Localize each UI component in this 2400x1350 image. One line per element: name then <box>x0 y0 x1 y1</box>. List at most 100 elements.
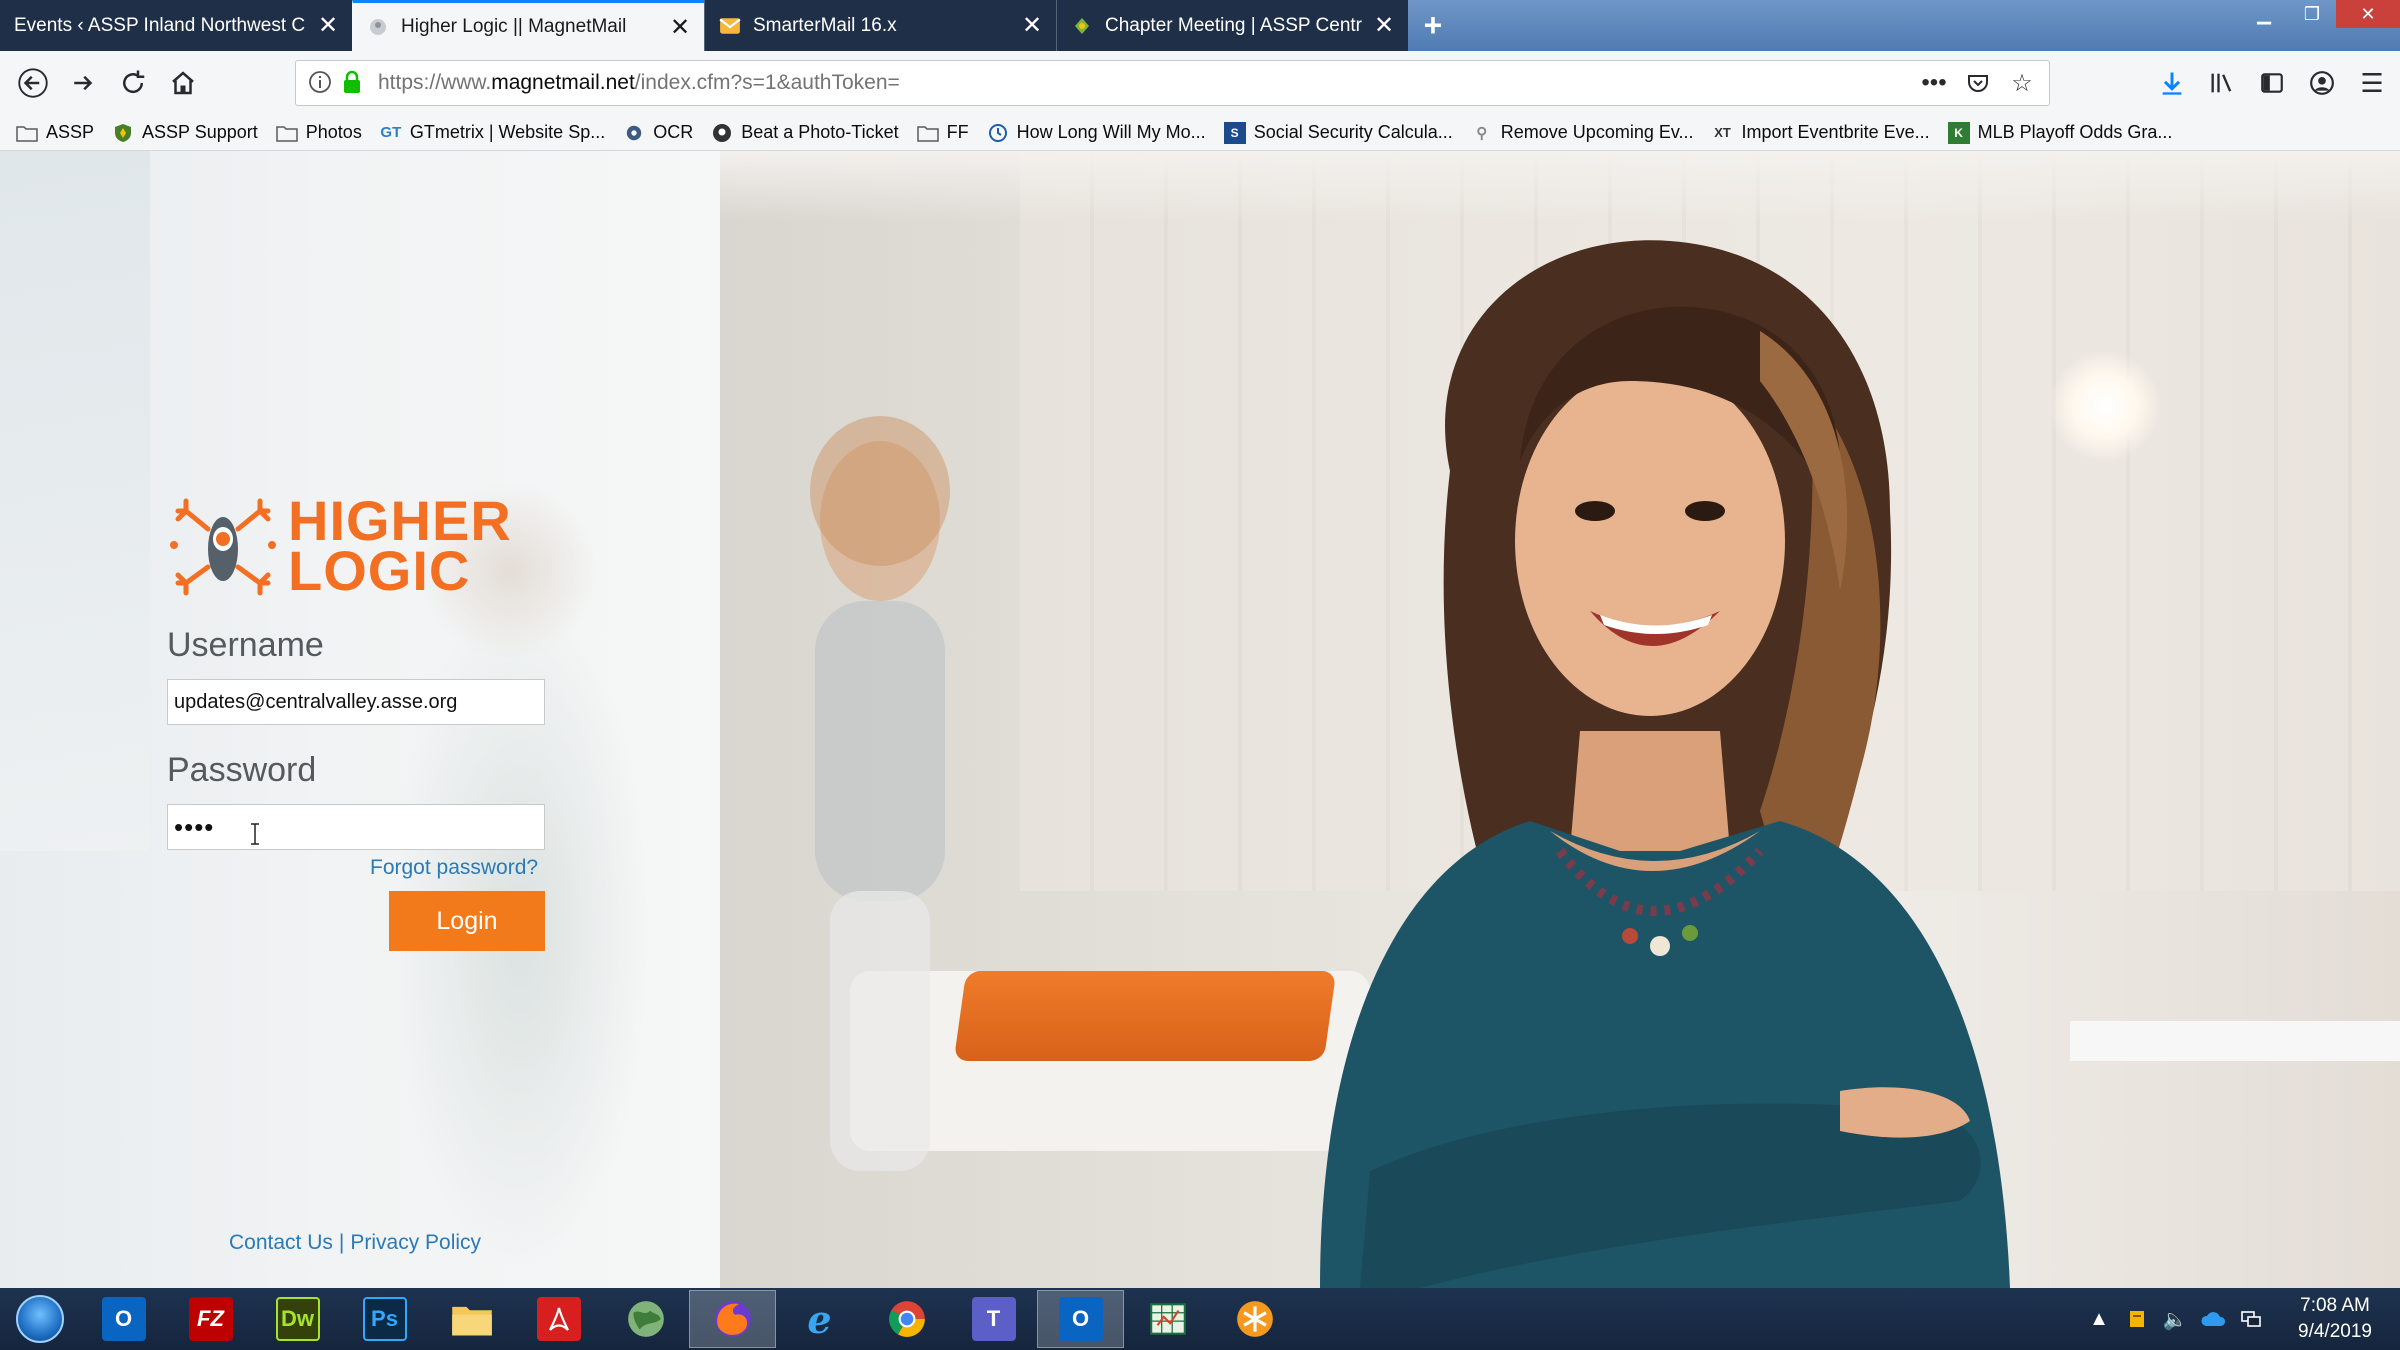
bookmarks-toolbar: ASSP ASSP Support Photos GT GTmetrix | W… <box>0 115 2400 151</box>
outlook-icon: O <box>101 1297 146 1341</box>
privacy-policy-link[interactable]: Privacy Policy <box>350 1231 481 1254</box>
library-icon[interactable] <box>2204 61 2240 105</box>
bookmark-beat-photo-ticket[interactable]: Beat a Photo-Ticket <box>711 122 899 144</box>
close-icon[interactable]: ✕ <box>1018 12 1046 40</box>
system-clock[interactable]: 7:08 AM 9/4/2019 <box>2270 1293 2400 1345</box>
tray-notification-icon[interactable] <box>2118 1300 2156 1338</box>
show-hidden-icons-icon[interactable]: ▲ <box>2080 1300 2118 1338</box>
minimize-icon[interactable]: ▁ <box>2240 0 2288 28</box>
login-button[interactable]: Login <box>389 891 545 951</box>
tab-events-assp[interactable]: Events ‹ ASSP Inland Northwest Cha ✕ <box>0 0 352 51</box>
pocket-icon[interactable] <box>1963 68 1993 98</box>
downloads-icon[interactable] <box>2154 61 2190 105</box>
tab-title: Events ‹ ASSP Inland Northwest Cha <box>14 14 306 36</box>
taskbar-globe-app[interactable] <box>602 1290 689 1348</box>
teams-icon: T <box>971 1297 1016 1341</box>
start-button[interactable] <box>0 1288 80 1350</box>
url-domain: magnetmail.net <box>491 71 635 94</box>
page-actions-icon[interactable]: ••• <box>1919 68 1949 98</box>
taskbar-snowflake-app[interactable] <box>1211 1290 1298 1348</box>
taskbar-firefox[interactable] <box>689 1290 776 1348</box>
internet-explorer-icon: e <box>807 1296 832 1342</box>
tab-title: SmarterMail 16.x <box>753 14 897 36</box>
windows-orb-icon <box>16 1295 64 1343</box>
address-bar[interactable]: https://www.magnetmail.net/index.cfm?s=1… <box>295 60 2050 106</box>
bookmark-label: ASSP <box>46 122 95 142</box>
higher-logic-logo: HIGHER LOGIC <box>166 486 546 606</box>
bookmark-gtmetrix[interactable]: GT GTmetrix | Website Sp... <box>380 122 605 144</box>
higher-logic-favicon <box>367 16 389 38</box>
bookmark-photos[interactable]: Photos <box>276 122 362 144</box>
tab-chapter-meeting[interactable]: Chapter Meeting | ASSP Centra ✕ <box>1056 0 1408 51</box>
hamburger-menu-icon[interactable]: ☰ <box>2354 61 2390 105</box>
snowflake-app-icon <box>1233 1297 1277 1341</box>
login-panel: HIGHER LOGIC Username Password Forgot pa… <box>0 151 720 1288</box>
url-path: /index.cfm?s=1&authToken= <box>634 71 900 94</box>
bookmark-ocr[interactable]: OCR <box>623 122 693 144</box>
bookmark-label: How Long Will My Mo... <box>1016 122 1206 142</box>
account-icon[interactable] <box>2304 61 2340 105</box>
taskbar-internet-explorer[interactable]: e <box>776 1290 863 1348</box>
password-input[interactable] <box>167 804 545 850</box>
sidebar-toggle-icon[interactable] <box>2254 61 2290 105</box>
taskbar-teams[interactable]: T <box>950 1290 1037 1348</box>
bookmark-social-security[interactable]: S Social Security Calcula... <box>1223 121 1453 144</box>
photo-ticket-icon <box>711 122 733 144</box>
bookmark-label: Import Eventbrite Eve... <box>1741 122 1930 142</box>
tab-higher-logic[interactable]: Higher Logic || MagnetMail ✕ <box>352 0 704 51</box>
blurred-window-background <box>0 151 150 851</box>
tab-smartermail[interactable]: SmarterMail 16.x ✕ <box>704 0 1056 51</box>
globe-app-icon <box>624 1297 668 1341</box>
excel-icon <box>1146 1297 1190 1341</box>
taskbar-filezilla[interactable]: FZ <box>167 1290 254 1348</box>
taskbar-chrome[interactable] <box>863 1290 950 1348</box>
close-icon[interactable]: ✕ <box>314 12 342 40</box>
forward-arrow-icon[interactable] <box>58 58 108 108</box>
clock-time: 7:08 AM <box>2300 1295 2370 1316</box>
volume-icon[interactable]: 🔈 <box>2156 1300 2194 1338</box>
bookmark-ff[interactable]: FF <box>916 122 969 144</box>
bookmark-assp[interactable]: ASSP <box>16 122 94 144</box>
close-icon[interactable]: ✕ <box>666 13 694 41</box>
taskbar-dreamweaver[interactable]: Dw <box>254 1290 341 1348</box>
bookmark-label: ASSP Support <box>142 122 258 142</box>
folder-icon <box>276 122 298 144</box>
taskbar-file-explorer[interactable] <box>428 1290 515 1348</box>
bookmark-remove-upcoming[interactable]: ⚲ Remove Upcoming Ev... <box>1471 122 1693 144</box>
windows-taskbar: O FZ Dw Ps e T O ▲ 🔈 7:08 AM 9/4/2019 <box>0 1288 2400 1350</box>
reload-icon[interactable] <box>108 58 158 108</box>
contact-us-link[interactable]: Contact Us <box>229 1231 333 1254</box>
photo-table <box>2070 1021 2400 1061</box>
site-info-icon[interactable] <box>308 70 334 96</box>
bookmark-import-eventbrite[interactable]: XT Import Eventbrite Eve... <box>1712 122 1930 144</box>
bookmark-star-icon[interactable]: ☆ <box>2007 68 2037 98</box>
onedrive-icon[interactable] <box>2194 1300 2232 1338</box>
back-arrow-icon[interactable] <box>8 58 58 108</box>
forgot-password-link[interactable]: Forgot password? <box>370 856 538 880</box>
new-tab-plus-icon[interactable]: + <box>1408 0 1458 51</box>
username-input[interactable] <box>167 679 545 725</box>
bookmark-assp-support[interactable]: ASSP Support <box>112 122 258 144</box>
maximize-icon[interactable]: ❐ <box>2288 0 2336 28</box>
acrobat-icon <box>536 1297 581 1341</box>
logo-line2: LOGIC <box>288 539 471 602</box>
taskbar-photoshop[interactable]: Ps <box>341 1290 428 1348</box>
close-icon[interactable]: ✕ <box>1370 12 1398 40</box>
bookmark-how-long[interactable]: How Long Will My Mo... <box>987 122 1206 144</box>
home-icon[interactable] <box>158 58 208 108</box>
window-close-icon[interactable]: ✕ <box>2336 0 2400 28</box>
footer-separator: | <box>338 1231 345 1254</box>
tab-title: Chapter Meeting | ASSP Centra <box>1105 14 1362 36</box>
chrome-icon <box>885 1297 929 1341</box>
network-icon[interactable] <box>2232 1300 2270 1338</box>
firefox-icon <box>711 1297 755 1341</box>
taskbar-outlook[interactable]: O <box>80 1290 167 1348</box>
taskbar-excel[interactable] <box>1124 1290 1211 1348</box>
gtmetrix-icon: GT <box>380 124 402 141</box>
taskbar-outlook-2[interactable]: O <box>1037 1290 1124 1348</box>
bookmark-mlb-playoff[interactable]: K MLB Playoff Odds Gra... <box>1947 121 2172 144</box>
clock-date: 9/4/2019 <box>2298 1321 2372 1342</box>
taskbar-acrobat[interactable] <box>515 1290 602 1348</box>
url-text[interactable]: https://www.magnetmail.net/index.cfm?s=1… <box>378 71 1919 95</box>
globe-icon <box>987 122 1009 144</box>
